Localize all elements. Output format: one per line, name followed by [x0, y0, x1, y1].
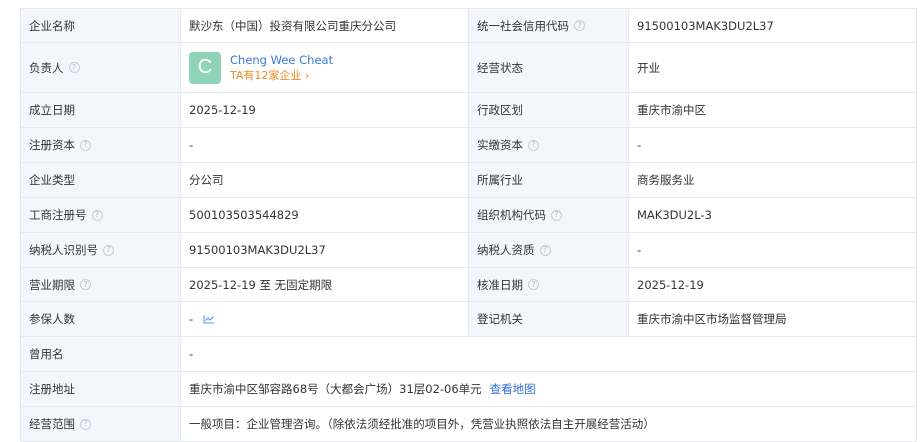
value-insured-count: - — [181, 302, 469, 336]
chevron-right-icon: › — [304, 68, 310, 82]
label-business-status: 经营状态 — [469, 43, 629, 92]
value-former-name: - — [181, 337, 917, 371]
table-row: 营业期限? 2025-12-19 至 无固定期限 核准日期? 2025-12-1… — [21, 268, 917, 302]
table-row: 经营范围? 一般项目：企业管理咨询。（除依法须经批准的项目外，凭营业执照依法自主… — [21, 407, 917, 442]
help-icon[interactable]: ? — [80, 418, 91, 430]
table-row: 企业名称 默沙东（中国）投资有限公司重庆分公司 统一社会信用代码? 915001… — [21, 9, 917, 43]
help-icon[interactable]: ? — [574, 20, 585, 31]
value-admin-division: 重庆市渝中区 — [629, 93, 917, 127]
trend-chart-icon[interactable] — [203, 314, 215, 324]
business-info-table: 企业名称 默沙东（中国）投资有限公司重庆分公司 统一社会信用代码? 915001… — [20, 8, 917, 442]
value-business-scope: 一般项目：企业管理咨询。（除依法须经批准的项目外，凭营业执照依法自主开展经营活动… — [181, 407, 917, 441]
value-legal-person: C Cheng Wee Cheat TA有12家企业 › — [181, 43, 469, 92]
value-industry: 商务服务业 — [629, 163, 917, 197]
related-companies-link[interactable]: TA有12家企业 › — [230, 68, 333, 84]
help-icon[interactable]: ? — [551, 209, 562, 221]
value-credit-code: 91500103MAK3DU2L37 — [629, 9, 917, 42]
avatar[interactable]: C — [189, 51, 221, 84]
person-info: Cheng Wee Cheat TA有12家企业 › — [230, 52, 333, 84]
table-row: 参保人数 - 登记机关 重庆市渝中区市场监督管理局 — [21, 302, 917, 337]
view-map-link[interactable]: 查看地图 — [490, 381, 536, 397]
help-icon[interactable]: ? — [528, 139, 539, 151]
label-company-name: 企业名称 — [21, 9, 181, 42]
label-registered-capital: 注册资本? — [21, 128, 181, 162]
table-row: 负责人? C Cheng Wee Cheat TA有12家企业 › 经营状态 开… — [21, 43, 917, 93]
value-approval-date: 2025-12-19 — [629, 268, 917, 301]
value-registration-authority: 重庆市渝中区市场监督管理局 — [629, 302, 917, 336]
value-registered-address: 重庆市渝中区邹容路68号（大都会广场）31层02-06单元 查看地图 — [181, 372, 917, 406]
label-established-date: 成立日期 — [21, 93, 181, 127]
table-row: 成立日期 2025-12-19 行政区划 重庆市渝中区 — [21, 93, 917, 128]
label-business-scope: 经营范围? — [21, 407, 181, 441]
value-business-status: 开业 — [629, 43, 917, 92]
value-paid-capital: - — [629, 128, 917, 162]
label-admin-division: 行政区划 — [469, 93, 629, 127]
value-company-type: 分公司 — [181, 163, 469, 197]
label-business-term: 营业期限? — [21, 268, 181, 301]
label-credit-code: 统一社会信用代码? — [469, 9, 629, 42]
value-registered-capital: - — [181, 128, 469, 162]
person-name-link[interactable]: Cheng Wee Cheat — [230, 52, 333, 68]
help-icon[interactable]: ? — [80, 139, 91, 151]
label-paid-capital: 实缴资本? — [469, 128, 629, 162]
table-row: 曾用名 - — [21, 337, 917, 372]
table-row: 企业类型 分公司 所属行业 商务服务业 — [21, 163, 917, 198]
help-icon[interactable]: ? — [68, 62, 80, 73]
table-row: 注册地址 重庆市渝中区邹容路68号（大都会广场）31层02-06单元 查看地图 — [21, 372, 917, 407]
value-org-code: MAK3DU2L-3 — [629, 198, 917, 232]
help-icon[interactable]: ? — [80, 279, 91, 290]
help-icon[interactable]: ? — [103, 244, 114, 256]
label-taxpayer-id: 纳税人识别号? — [21, 233, 181, 267]
value-business-term: 2025-12-19 至 无固定期限 — [181, 268, 469, 301]
help-icon[interactable]: ? — [528, 279, 539, 290]
label-former-name: 曾用名 — [21, 337, 181, 371]
table-row: 工商注册号? 500103503544829 组织机构代码? MAK3DU2L-… — [21, 198, 917, 233]
label-registration-number: 工商注册号? — [21, 198, 181, 232]
value-taxpayer-id: 91500103MAK3DU2L37 — [181, 233, 469, 267]
label-org-code: 组织机构代码? — [469, 198, 629, 232]
label-insured-count: 参保人数 — [21, 302, 181, 336]
value-registration-number: 500103503544829 — [181, 198, 469, 232]
label-taxpayer-qualification: 纳税人资质? — [469, 233, 629, 267]
table-row: 注册资本? - 实缴资本? - — [21, 128, 917, 163]
value-company-name: 默沙东（中国）投资有限公司重庆分公司 — [181, 9, 469, 42]
value-taxpayer-qualification: - — [629, 233, 917, 267]
help-icon[interactable]: ? — [91, 209, 103, 221]
label-industry: 所属行业 — [469, 163, 629, 197]
label-company-type: 企业类型 — [21, 163, 181, 197]
label-legal-person: 负责人? — [21, 43, 181, 92]
label-registered-address: 注册地址 — [21, 372, 181, 406]
label-approval-date: 核准日期? — [469, 268, 629, 301]
value-established-date: 2025-12-19 — [181, 93, 469, 127]
help-icon[interactable]: ? — [539, 244, 551, 256]
label-registration-authority: 登记机关 — [469, 302, 629, 336]
table-row: 纳税人识别号? 91500103MAK3DU2L37 纳税人资质? - — [21, 233, 917, 268]
